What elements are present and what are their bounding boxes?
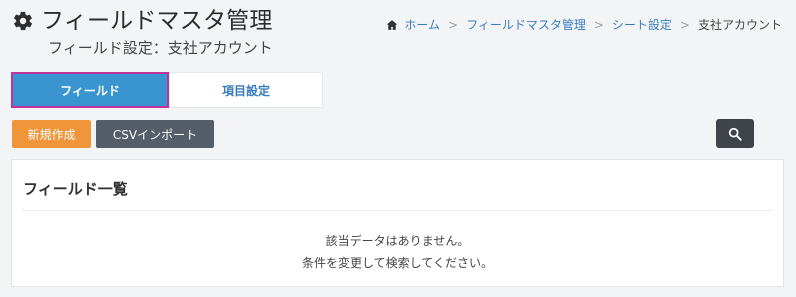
page: フィールドマスタ管理 フィールド設定：支社アカウント ホーム > フィールドマス… [0, 0, 796, 297]
empty-message-line2: 条件を変更して検索してください。 [302, 256, 493, 270]
breadcrumb-separator: > [679, 17, 690, 32]
breadcrumb-sheet-settings[interactable]: シート設定 [612, 16, 672, 33]
home-icon[interactable] [386, 19, 398, 31]
panel-divider [22, 210, 773, 211]
search-button[interactable] [716, 119, 754, 148]
breadcrumb-home[interactable]: ホーム [404, 16, 440, 33]
tab-bar: フィールド 項目設定 [11, 72, 323, 108]
gear-icon [12, 10, 34, 32]
new-button[interactable]: 新規作成 [12, 120, 91, 148]
tab-field[interactable]: フィールド [11, 72, 169, 108]
tab-item-settings[interactable]: 項目設定 [169, 72, 323, 108]
search-icon [728, 127, 742, 141]
breadcrumb: ホーム > フィールドマスタ管理 > シート設定 > 支社アカウント [386, 16, 782, 33]
field-list-panel: フィールド一覧 該当データはありません。 条件を変更して検索してください。 [11, 159, 784, 287]
title-row: フィールドマスタ管理 [12, 6, 273, 36]
page-header: フィールドマスタ管理 フィールド設定：支社アカウント [12, 6, 273, 58]
empty-message: 該当データはありません。 条件を変更して検索してください。 [12, 230, 783, 274]
breadcrumb-separator: > [593, 17, 604, 32]
breadcrumb-current: 支社アカウント [697, 18, 782, 32]
page-title: フィールドマスタ管理 [41, 8, 273, 34]
panel-title: フィールド一覧 [23, 180, 128, 198]
empty-message-line1: 該当データはありません。 [325, 234, 470, 248]
csv-import-button[interactable]: CSVインポート [96, 120, 214, 148]
page-subtitle: フィールド設定：支社アカウント [48, 39, 273, 57]
breadcrumb-separator: > [448, 17, 459, 32]
breadcrumb-field-master[interactable]: フィールドマスタ管理 [466, 16, 586, 33]
